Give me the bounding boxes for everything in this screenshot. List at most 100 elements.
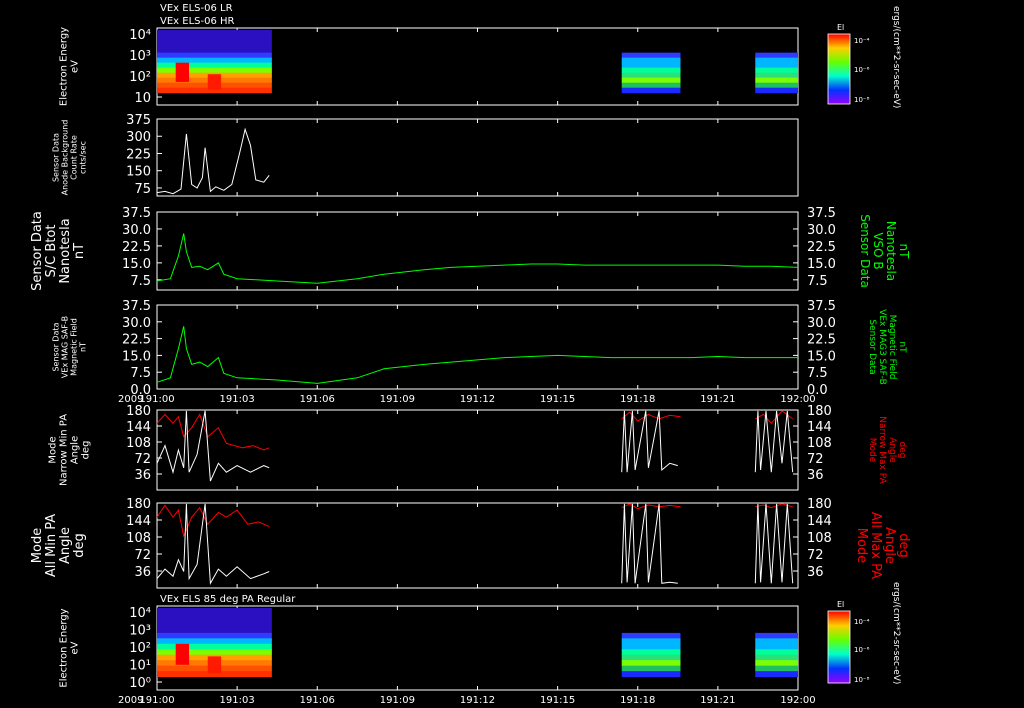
y-axis-label-line: Narrow Min PA <box>59 414 70 486</box>
spectrogram-cell <box>157 57 272 64</box>
spectrogram-cell <box>755 649 798 656</box>
spectrogram-cell <box>157 30 272 54</box>
spectrogram-cell <box>755 654 798 661</box>
y-axis-label-line: Electron Energy <box>59 27 70 106</box>
spectrogram-cell <box>755 82 798 89</box>
series-line <box>621 411 681 422</box>
y-tick-label: 0.0 <box>130 383 151 398</box>
y-tick-label: 180 <box>126 404 151 419</box>
y-tick-label: 225 <box>126 147 151 162</box>
spectrogram-cell <box>621 67 681 74</box>
y-axis-label-line: Anode Background <box>61 120 70 196</box>
y-axis-label-line: deg <box>72 533 87 558</box>
y-axis-label-line: S/C Btot <box>44 225 59 278</box>
y-axis-label-line: Magnetic Field <box>70 318 79 376</box>
colorbar-top-tick-1: 10⁻⁶ <box>854 66 870 74</box>
spectrogram-cell <box>755 77 798 84</box>
time-tick-label: 191:15 <box>540 394 575 405</box>
spectrogram-cell <box>755 87 798 94</box>
header-line1: VEx ELS-06 LR <box>160 3 233 14</box>
series-line <box>156 413 270 451</box>
panel-frame-narrow-pa <box>156 409 799 491</box>
spectrogram-cell <box>621 671 681 678</box>
y-tick-label: 10³ <box>129 49 151 64</box>
series-line <box>621 503 681 510</box>
spectrogram-cell <box>157 632 272 639</box>
colorbar-top-tick-2: 10⁻⁸ <box>854 96 870 104</box>
spectrogram-cell <box>157 649 272 656</box>
y-axis-label-right-line: Narrow Max PA <box>877 416 887 484</box>
y-axis-label-line: Sensor Data <box>52 133 61 182</box>
y-axis-label-line: deg <box>81 441 92 460</box>
series-line <box>621 503 678 584</box>
y-tick-label: 36 <box>134 468 151 483</box>
spectrogram-cell <box>157 62 272 69</box>
y-tick-label: 30.0 <box>122 316 151 331</box>
y-tick-label: 10⁴ <box>129 606 151 621</box>
y-tick-label: 300 <box>126 130 151 145</box>
colorbar-bottom: El 10⁻⁴ 10⁻⁶ 10⁻⁸ ergs/(cm**2-sr-sec-eV) <box>827 582 901 684</box>
y-tick-label: 180 <box>126 497 151 512</box>
spectrogram-cell <box>621 62 681 69</box>
spectrogram-cell <box>157 52 272 59</box>
y-tick-label-right: 72 <box>807 452 824 467</box>
y-tick-label: 10⁰ <box>129 676 151 691</box>
spectrogram-cell <box>157 643 272 650</box>
colorbar-top-gradient <box>827 33 851 105</box>
spectrogram-cell <box>621 638 681 645</box>
colorbar-bottom-tick-1: 10⁻⁶ <box>854 646 870 654</box>
y-axis-label-line: Mode <box>48 436 59 463</box>
panel-frame-anode <box>156 118 799 197</box>
series-line <box>156 127 270 195</box>
y-tick-label: 22.5 <box>122 333 151 348</box>
spectrogram-cell <box>621 82 681 89</box>
time-tick-label: 191:09 <box>380 394 415 405</box>
spectrogram-cell <box>621 77 681 84</box>
spectrogram-cell <box>621 643 681 650</box>
y-axis-label-right-line: deg <box>897 442 907 459</box>
y-axis-label-right-line: deg <box>896 533 911 558</box>
y-axis-label-line: Mode <box>30 528 45 563</box>
colorbar-bottom-gradient <box>827 610 851 684</box>
spectrogram-cell <box>755 57 798 64</box>
y-axis-label-line: Sensor Data <box>52 322 61 371</box>
y-tick-label: 37.5 <box>122 299 151 314</box>
y-axis-label-right-line: Angle <box>882 527 897 564</box>
y-axis-label-line: Sensor Data <box>30 211 45 291</box>
y-axis-label-line: Count Rate <box>70 135 79 180</box>
y-axis-label-line: eV <box>70 641 81 654</box>
y-axis-label-line: Angle <box>58 527 73 564</box>
y-axis-label-right-line: Mode <box>854 528 869 563</box>
y-tick-label: 22.5 <box>122 240 151 255</box>
series-line <box>754 503 794 584</box>
y-axis-label-right-line: Magnetic Field <box>887 315 897 380</box>
y-tick-label: 37.5 <box>122 206 151 221</box>
y-tick-label-right: 180 <box>807 404 832 419</box>
y-axis-label-line: cnts/sec <box>79 141 88 174</box>
spectrogram-cell <box>207 74 222 90</box>
time-tick-label: 191:21 <box>700 695 735 706</box>
y-tick-label-right: 108 <box>807 531 832 546</box>
colorbar-bottom-tick-2: 10⁻⁸ <box>854 676 870 684</box>
y-tick-label-right: 7.5 <box>807 366 828 381</box>
y-tick-label: 7.5 <box>130 366 151 381</box>
spectrogram-cell <box>755 660 798 667</box>
spectrogram-cell <box>157 67 272 74</box>
time-tick-label: 192:00 <box>780 695 815 706</box>
y-tick-label-right: 36 <box>807 565 824 580</box>
y-tick-label: 108 <box>126 436 151 451</box>
time-tick-label: 191:00 <box>139 695 174 706</box>
colorbar-top-tick-0: 10⁻⁴ <box>854 37 870 45</box>
spectrogram-cell <box>755 72 798 79</box>
spectrogram-cell <box>621 665 681 672</box>
y-tick-label: 36 <box>134 565 151 580</box>
y-axis-label-line: All Min PA <box>44 514 59 577</box>
y-tick-label: 10 <box>134 91 151 106</box>
y-axis-label-line: nT <box>72 243 87 259</box>
y-axis-label-right-line: Sensor Data <box>858 214 872 288</box>
colorbar-bottom-title: El <box>837 600 844 609</box>
y-axis-label-right-line: Nanotesla <box>884 221 898 281</box>
y-axis-label-right-line: nT <box>897 341 907 353</box>
y-tick-label: 375 <box>126 113 151 128</box>
y-tick-label-right: 15.0 <box>807 257 836 272</box>
